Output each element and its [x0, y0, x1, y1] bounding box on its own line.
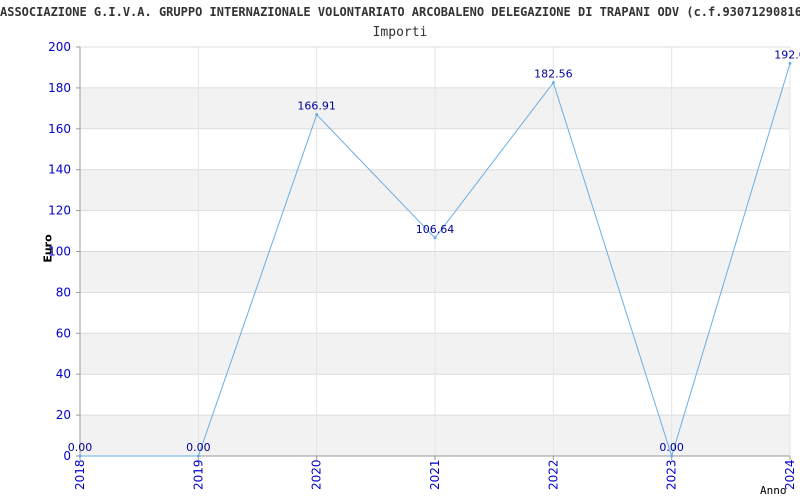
data-label: 0.00 — [659, 441, 684, 454]
data-label: 166.91 — [297, 100, 336, 113]
y-tick-label: 20 — [56, 408, 71, 422]
data-point — [551, 81, 555, 85]
y-tick-label: 80 — [56, 285, 71, 299]
data-point — [78, 454, 82, 458]
data-label: 182.56 — [534, 68, 573, 81]
chart-plot: 020406080100120140160180200 2018 2019 2020… — [48, 40, 800, 490]
y-tick-labels: 020406080100120140160180200 — [48, 40, 71, 463]
x-tick-label: 2020 — [310, 459, 324, 490]
data-label: 0.00 — [68, 441, 93, 454]
x-tick-label: 2023 — [665, 459, 679, 490]
data-point — [433, 236, 437, 240]
data-label: 106.64 — [416, 223, 455, 236]
data-label: 0.00 — [186, 441, 211, 454]
x-tick-label: 2022 — [546, 459, 560, 490]
data-label: 192.0 — [774, 48, 800, 61]
x-tick-label: 2021 — [428, 459, 442, 490]
data-point — [670, 454, 674, 458]
x-tick-labels: 2018 2019 2020 2021 2022 2023 2024 — [73, 459, 797, 490]
y-tick-label: 180 — [48, 81, 71, 95]
data-point — [196, 454, 200, 458]
y-tick-label: 120 — [48, 204, 71, 218]
x-tick-label: 2018 — [73, 459, 87, 490]
x-tick-label: 2019 — [191, 459, 205, 490]
data-point — [788, 61, 792, 65]
data-point — [315, 113, 319, 117]
y-tick-label: 140 — [48, 163, 71, 177]
y-tick-label: 40 — [56, 367, 71, 381]
y-tick-label: 100 — [48, 245, 71, 259]
y-tick-label: 60 — [56, 326, 71, 340]
y-tick-label: 200 — [48, 40, 71, 54]
y-tick-label: 160 — [48, 122, 71, 136]
x-axis-label: Anno — [760, 484, 787, 497]
